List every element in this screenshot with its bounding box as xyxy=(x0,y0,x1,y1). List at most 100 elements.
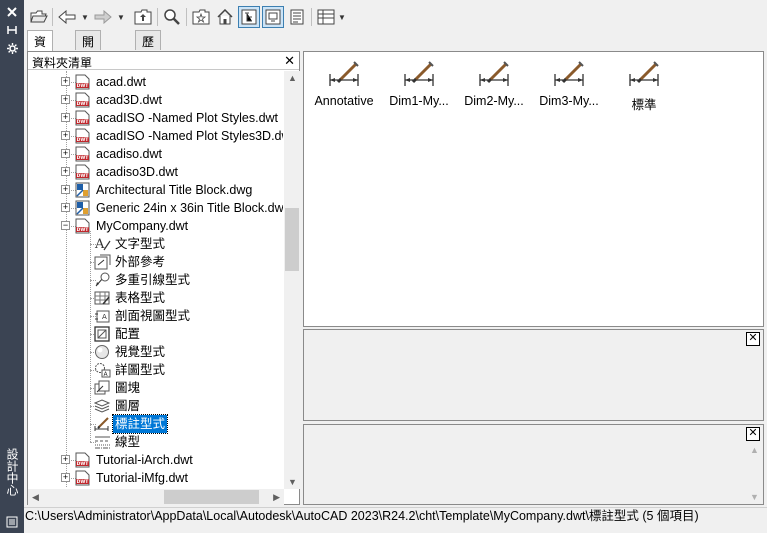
tab-history[interactable]: 歷程 xyxy=(135,30,162,66)
description-scrollbar[interactable]: ▲ ▼ xyxy=(746,443,763,504)
desc-scroll-down-icon[interactable]: ▼ xyxy=(750,492,759,502)
autohide-icon[interactable] xyxy=(3,22,21,38)
palette-grip-icon[interactable] xyxy=(3,514,21,530)
views-icon[interactable] xyxy=(315,6,337,28)
preview-toggle-icon[interactable] xyxy=(262,6,284,28)
tree-child-item[interactable]: A 剖面視圖型式 xyxy=(28,307,283,325)
desc-scroll-up-icon[interactable]: ▲ xyxy=(750,445,759,455)
tree-child-label: 線型 xyxy=(115,435,141,449)
dwg-file-icon xyxy=(75,182,90,198)
search-icon[interactable] xyxy=(161,6,183,28)
properties-icon[interactable] xyxy=(3,40,21,56)
expand-icon[interactable]: + xyxy=(61,167,70,176)
tree-child-item[interactable]: 標註型式 xyxy=(28,414,283,434)
tree-item[interactable]: + DWT acad3D.dwt xyxy=(28,91,283,109)
dimension-style-item[interactable]: 標準 xyxy=(604,60,684,113)
tree-item[interactable]: + DWT acad.dwt xyxy=(28,73,283,91)
home-icon[interactable] xyxy=(214,6,236,28)
expand-icon[interactable]: + xyxy=(61,149,70,158)
back-dropdown-icon[interactable]: ▼ xyxy=(80,8,90,26)
expand-icon[interactable]: + xyxy=(61,77,70,86)
tree-item[interactable]: − DWT MyCompany.dwt xyxy=(28,217,283,235)
scroll-right-icon[interactable]: ▶ xyxy=(273,492,280,503)
forward-dropdown-icon[interactable]: ▼ xyxy=(116,8,126,26)
description-toggle-icon[interactable] xyxy=(286,6,308,28)
close-icon[interactable] xyxy=(3,4,21,20)
tree-item[interactable]: + DWT acadiso.dwt xyxy=(28,145,283,163)
tree-child-item[interactable]: 線型 xyxy=(28,433,283,451)
tree-item[interactable]: + Generic 24in x 36in Title Block.dwg xyxy=(28,199,283,217)
back-icon[interactable] xyxy=(56,6,78,28)
dimension-style-item[interactable]: Annotative xyxy=(304,60,384,108)
tree-child-item[interactable]: 圖塊 xyxy=(28,379,283,397)
svg-text:DWT: DWT xyxy=(77,173,90,179)
linetype-icon xyxy=(94,434,111,450)
tree-child-item[interactable]: 多重引線型式 xyxy=(28,271,283,289)
dimension-style-icon xyxy=(626,60,662,90)
preview-close-icon[interactable]: ✕ xyxy=(746,332,760,346)
tree-item[interactable]: + DWT Tutorial-iMfg.dwt xyxy=(28,469,283,487)
tree-child-label: 視覺型式 xyxy=(115,345,166,359)
scroll-up-icon[interactable]: ▲ xyxy=(288,73,297,83)
tree-vertical-scrollbar[interactable]: ▲ ▼ xyxy=(284,71,300,489)
views-dropdown-icon[interactable]: ▼ xyxy=(337,8,347,26)
description-panel: ✕ ▲ ▼ xyxy=(303,424,764,505)
dwt-file-icon: DWT xyxy=(75,146,90,162)
dimension-style-item[interactable]: Dim1-My... xyxy=(379,60,459,108)
dwt-file-icon: DWT xyxy=(75,74,90,90)
palette-title-bar[interactable]: 設計中心 xyxy=(0,0,24,533)
expand-icon[interactable]: + xyxy=(61,185,70,194)
tree-child-item[interactable]: 表格型式 xyxy=(28,289,283,307)
tree-item[interactable]: + DWT Tutorial-iArch.dwt xyxy=(28,451,283,469)
expand-icon[interactable]: + xyxy=(61,113,70,122)
scroll-down-icon[interactable]: ▼ xyxy=(288,477,297,487)
expand-icon[interactable]: + xyxy=(61,473,70,482)
tree-child-item[interactable]: 圖層 xyxy=(28,397,283,415)
tree-child-label: 圖塊 xyxy=(115,381,141,395)
tab-folders[interactable]: 資料夾 xyxy=(27,30,54,83)
tree-view-toggle-icon[interactable] xyxy=(238,6,260,28)
favorites-icon[interactable] xyxy=(190,6,212,28)
tab-open-drawings[interactable]: 開啟圖檔 xyxy=(75,30,102,100)
tree-child-item[interactable]: A 文字型式 xyxy=(28,235,283,253)
dwt-file-icon: DWT xyxy=(75,110,90,126)
tree-horizontal-scroll-thumb[interactable] xyxy=(164,490,259,504)
folder-tree: + DWT acad.dwt + DWT acad3D.dwt + DWT acadISO -N… xyxy=(28,71,283,489)
svg-text:DWT: DWT xyxy=(77,155,90,161)
tree-item[interactable]: + DWT acadISO -Named Plot Styles3D.dwt xyxy=(28,127,283,145)
tree-child-item[interactable]: 視覺型式 xyxy=(28,343,283,361)
status-path: C:\Users\Administrator\AppData\Local\Aut… xyxy=(25,509,699,523)
tree-item[interactable]: + DWT acadiso3D.dwt xyxy=(28,163,283,181)
dimension-style-item[interactable]: Dim2-My... xyxy=(454,60,534,108)
tree-vertical-scroll-thumb[interactable] xyxy=(285,208,299,271)
scroll-left-icon[interactable]: ◀ xyxy=(32,492,39,503)
forward-icon[interactable] xyxy=(92,6,114,28)
svg-text:DWT: DWT xyxy=(77,461,90,467)
dimension-style-item[interactable]: Dim3-My... xyxy=(529,60,609,108)
tree-item-label: acadiso.dwt xyxy=(96,147,163,161)
tree-child-item[interactable]: 外部參考 xyxy=(28,253,283,271)
description-close-icon[interactable]: ✕ xyxy=(746,427,760,441)
tree-item[interactable]: + Architectural Title Block.dwg xyxy=(28,181,283,199)
tree-item-label: acadISO -Named Plot Styles.dwt xyxy=(96,111,279,125)
tree-child-item[interactable]: A 詳圖型式 xyxy=(28,361,283,379)
tree-horizontal-scrollbar[interactable]: ◀ ▶ xyxy=(28,489,284,505)
dwt-file-icon: DWT xyxy=(75,164,90,180)
dimension-style-icon xyxy=(551,60,587,90)
load-icon[interactable] xyxy=(28,6,50,28)
up-icon[interactable] xyxy=(132,6,154,28)
expand-icon[interactable]: + xyxy=(61,131,70,140)
tree-child-item[interactable]: 配置 xyxy=(28,325,283,343)
expand-icon[interactable]: + xyxy=(61,455,70,464)
dwg-file-icon xyxy=(75,200,90,216)
expand-icon[interactable]: + xyxy=(61,95,70,104)
tree-item[interactable]: + DWT acadISO -Named Plot Styles.dwt xyxy=(28,109,283,127)
layout-icon xyxy=(94,326,111,342)
svg-text:A: A xyxy=(94,237,105,252)
expand-icon[interactable]: + xyxy=(61,203,70,212)
multileader-style-icon xyxy=(94,272,111,288)
tree-child-label: 表格型式 xyxy=(115,291,166,305)
folder-list-close-icon[interactable]: ✕ xyxy=(284,53,295,69)
collapse-icon[interactable]: − xyxy=(61,221,70,230)
dwt-file-icon: DWT xyxy=(75,128,90,144)
